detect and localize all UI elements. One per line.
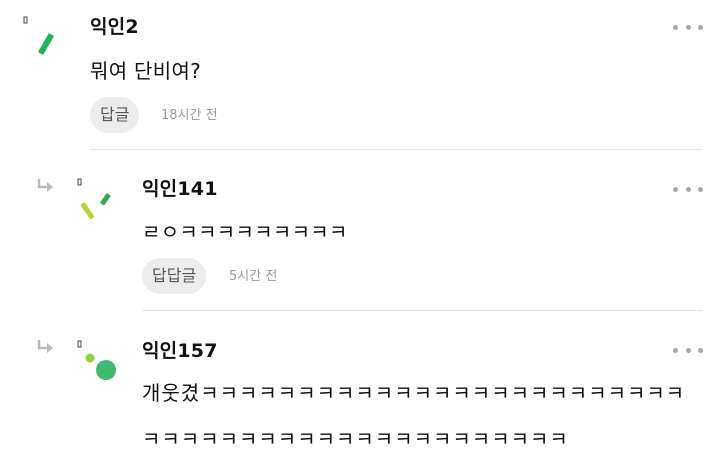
avatar-shape [85,353,95,363]
avatar[interactable] [22,12,82,72]
timestamp: 18시간 전 [161,108,218,123]
comment-text: 뭐여 단비여? [90,59,202,83]
reply-button[interactable]: 답답글 [142,258,207,294]
divider [142,310,702,311]
reply-item: 익인157 개웃겼ㅋㅋㅋㅋㅋㅋㅋㅋㅋㅋㅋㅋㅋㅋㅋㅋㅋㅋㅋㅋㅋㅋㅋㅋㅋㅋㅋㅋㅋㅋㅋ… [0,312,720,460]
more-dots-icon[interactable] [673,21,703,33]
comment-text: ㄹㅇㅋㅋㅋㅋㅋㅋㅋㅋㅋ [142,220,348,244]
avatar-icon [23,16,54,55]
reply-item: 익인141 ㄹㅇㅋㅋㅋㅋㅋㅋㅋㅋㅋ 답답글 5시간 전 [0,150,720,312]
reply-arrow-icon [37,178,55,194]
avatar-shape [38,33,54,55]
comment-thread: 익인2 뭐여 단비여? 답글 18시간 전 익인141 ㄹㅇㅋㅋㅋㅋㅋㅋㅋㅋㅋ … [0,0,720,460]
avatar-shape [96,360,116,380]
timestamp: 5시간 전 [229,269,278,284]
avatar-icon [77,340,116,380]
more-dots-icon[interactable] [673,183,703,195]
comment-text: 개웃겼ㅋㅋㅋㅋㅋㅋㅋㅋㅋㅋㅋㅋㅋㅋㅋㅋㅋㅋㅋㅋㅋㅋㅋㅋㅋㅋㅋㅋㅋㅋㅋㅋㅋㅋㅋㅋㅋ… [142,381,686,451]
nickname[interactable]: 익인141 [142,178,218,200]
reply-button[interactable]: 답글 [90,97,140,133]
avatar-icon [77,178,111,220]
avatar[interactable] [76,176,136,236]
comment-item: 익인2 뭐여 단비여? 답글 18시간 전 [0,0,720,150]
avatar[interactable] [76,339,136,399]
nickname[interactable]: 익인157 [142,340,218,362]
reply-arrow-icon [37,339,55,355]
avatar-shape [100,193,111,206]
nickname[interactable]: 익인2 [90,16,139,38]
avatar-shape [80,202,95,220]
more-dots-icon[interactable] [673,344,703,356]
